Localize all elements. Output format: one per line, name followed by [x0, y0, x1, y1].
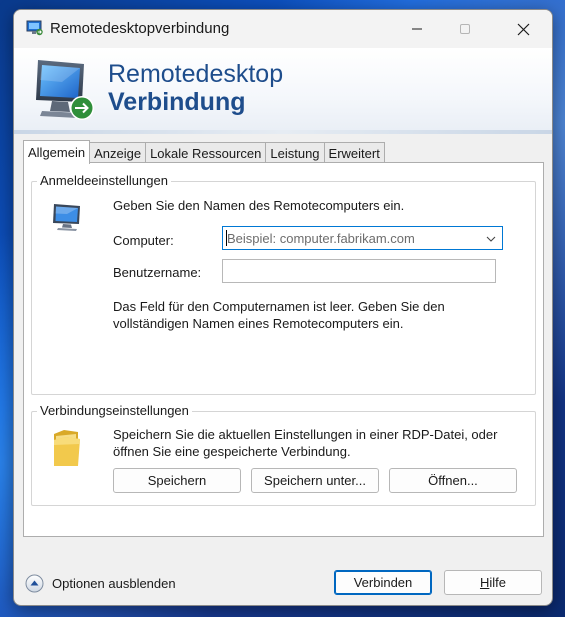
help-button-label-mnemonic: Hilfe	[479, 575, 506, 590]
logon-settings-legend: Anmeldeeinstellungen	[37, 173, 171, 188]
help-button[interactable]: Hilfe	[444, 570, 542, 595]
tab-lokale-ressourcen[interactable]: Lokale Ressourcen	[145, 142, 267, 163]
tab-leistung[interactable]: Leistung	[265, 142, 325, 163]
banner-divider	[14, 130, 552, 134]
connection-info-text: Speichern Sie die aktuellen Einstellunge…	[113, 427, 498, 459]
chevron-up-circle-icon[interactable]	[25, 574, 44, 593]
connect-button[interactable]: Verbinden	[334, 570, 432, 595]
minimize-button[interactable]	[394, 10, 440, 48]
tab-strip: Allgemein Anzeige Lokale Ressourcen Leis…	[23, 140, 385, 164]
remote-desktop-monitor-icon	[36, 60, 94, 120]
computer-placeholder: Beispiel: computer.fabrikam.com	[227, 231, 415, 246]
connection-settings-legend: Verbindungseinstellungen	[37, 403, 192, 418]
title-bar[interactable]: Remotedesktopverbindung	[14, 10, 552, 48]
empty-computer-info-text: Das Feld für den Computernamen ist leer.…	[113, 299, 445, 331]
window-title: Remotedesktopverbindung	[50, 20, 230, 37]
remote-desktop-app-icon	[26, 20, 43, 36]
banner-title-line1: Remotedesktop	[108, 60, 284, 88]
tab-allgemein[interactable]: Allgemein	[23, 140, 91, 164]
connection-settings-group: Verbindungseinstellungen Speichern Sie d…	[31, 403, 536, 506]
rdp-window: Remotedesktopverbindung Remotedesktop Ve…	[13, 9, 553, 606]
tab-panel-allgemein: Anmeldeeinstellungen Geben Sie den Namen…	[23, 162, 544, 537]
folder-icon	[54, 430, 80, 466]
username-input[interactable]	[222, 259, 496, 283]
hide-options-toggle[interactable]: Optionen ausblenden	[25, 573, 176, 593]
tab-erweitert[interactable]: Erweitert	[323, 142, 385, 163]
logon-intro-text: Geben Sie den Namen des Remotecomputers …	[113, 198, 405, 213]
minimize-icon	[412, 28, 422, 30]
maximize-icon	[460, 24, 470, 34]
save-button[interactable]: Speichern	[113, 468, 241, 493]
open-button[interactable]: Öffnen...	[389, 468, 517, 493]
banner-title-line2: Verbindung	[108, 88, 246, 116]
logon-settings-group: Anmeldeeinstellungen Geben Sie den Namen…	[31, 173, 536, 395]
close-icon	[517, 23, 529, 35]
chevron-down-icon[interactable]	[485, 233, 497, 245]
maximize-button[interactable]	[442, 10, 488, 48]
username-label: Benutzername:	[113, 265, 202, 280]
header-banner: Remotedesktop Verbindung	[14, 48, 552, 134]
computer-label: Computer:	[113, 233, 174, 248]
tab-anzeige[interactable]: Anzeige	[89, 142, 147, 163]
computer-icon	[53, 204, 80, 231]
close-button[interactable]	[500, 10, 546, 48]
save-as-button[interactable]: Speichern unter...	[251, 468, 379, 493]
hide-options-label: Optionen ausblenden	[52, 575, 176, 591]
computer-combobox[interactable]: Beispiel: computer.fabrikam.com	[222, 226, 503, 250]
